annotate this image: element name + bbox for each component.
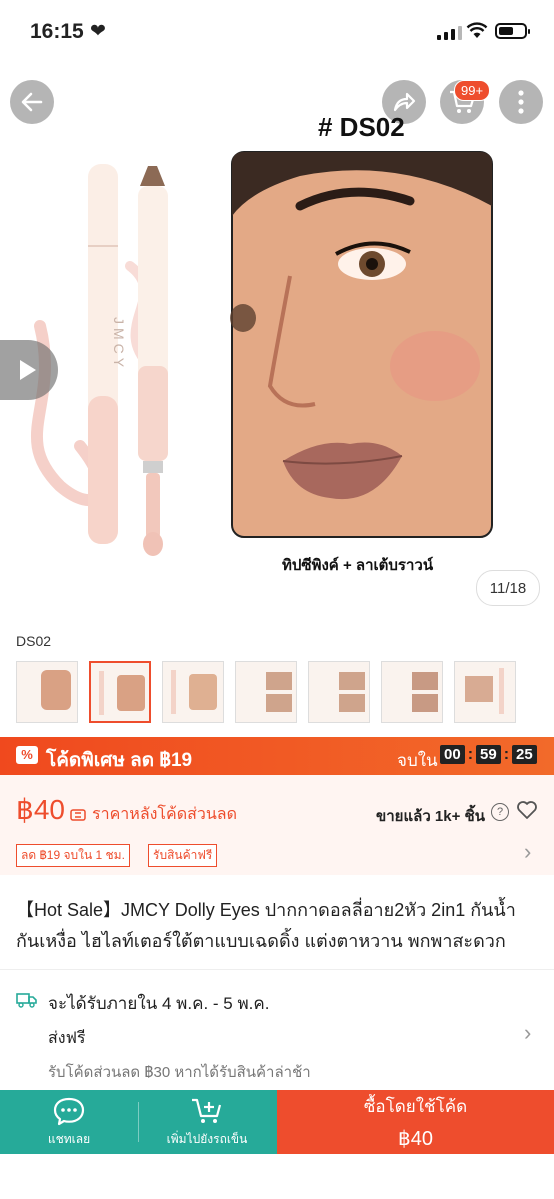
variant-thumb[interactable] <box>16 661 78 723</box>
add-to-cart-button[interactable]: เพิ่มไปยังรถเข็น <box>138 1090 276 1154</box>
buy-button-label: ซื้อโดยใช้โค้ด <box>363 1097 468 1116</box>
variant-thumb[interactable] <box>381 661 443 723</box>
back-button[interactable] <box>10 80 54 124</box>
timer-seconds: 25 <box>512 745 537 764</box>
buy-button-price: ฿40 <box>398 1128 433 1150</box>
arrow-left-icon <box>21 92 43 112</box>
variant-thumb[interactable] <box>235 661 297 723</box>
price-note-text: ราคาหลังโค้ดส่วนลด <box>92 806 237 823</box>
heart-status-icon: ❤ <box>90 21 106 42</box>
video-play-button[interactable] <box>0 340 58 400</box>
promo-end-label: จบใน <box>397 751 438 770</box>
bottom-left-actions: แชทเลย เพิ่มไปยังรถเข็น <box>0 1090 277 1154</box>
promo-bar[interactable]: % โค้ดพิเศษ ลด ฿19 จบใน 00 : 59 : 25 <box>0 737 554 775</box>
product-gallery[interactable]: 99+ # DS02 JMCY ทิปซีพิงค์ + ลาเต้บราวน์… <box>0 66 554 616</box>
price-value: ฿40 <box>16 794 65 825</box>
divider <box>0 969 554 970</box>
info-icon[interactable]: ? <box>491 803 509 821</box>
free-item-tag: รับสินค้าฟรี <box>148 844 218 867</box>
late-delivery-note: รับโค้ดส่วนลด ฿30 หากได้รับสินค้าล่าช้า <box>48 1064 311 1081</box>
cart-count-badge: 99+ <box>454 80 491 101</box>
chevron-right-icon[interactable]: › <box>524 839 531 865</box>
variant-thumb[interactable] <box>308 661 370 723</box>
variant-label: DS02 <box>16 633 52 649</box>
battery-icon <box>495 23 530 39</box>
timer-minutes: 59 <box>476 745 501 764</box>
product-image <box>31 151 493 556</box>
shade-title: # DS02 <box>318 112 405 142</box>
image-caption: ทิปซีพิงค์ + ลาเต้บราวน์ <box>282 557 434 574</box>
countdown-timer: 00 : 59 : 25 <box>440 745 537 764</box>
variant-thumb-selected[interactable] <box>89 661 151 723</box>
pencil-brand-text: JMCY <box>111 316 128 372</box>
price-note: ราคาหลังโค้ดส่วนลด <box>70 802 237 827</box>
wifi-icon <box>466 22 488 38</box>
status-bar: 16:15 ❤ <box>0 0 554 66</box>
coupon-icon: % <box>16 746 38 764</box>
discount-tag: ลด ฿19 จบใน 1 ชม. <box>16 844 130 867</box>
bottom-action-bar: แชทเลย เพิ่มไปยังรถเข็น ซื้อโดยใช้โค้ด ฿… <box>0 1090 554 1154</box>
more-menu-button[interactable] <box>499 80 543 124</box>
sold-count: ขายแล้ว 1k+ ชิ้น <box>376 808 485 825</box>
promo-text: โค้ดพิเศษ ลด ฿19 <box>46 750 193 771</box>
add-to-cart-label: เพิ่มไปยังรถเข็น <box>166 1131 248 1146</box>
chat-button[interactable]: แชทเลย <box>0 1090 138 1154</box>
variant-thumb[interactable] <box>162 661 224 723</box>
free-shipping-label: ส่งฟรี <box>48 1030 86 1047</box>
image-counter: 11/18 <box>476 570 540 606</box>
price-section: ฿40 ราคาหลังโค้ดส่วนลด ขายแล้ว 1k+ ชิ้น … <box>0 775 554 875</box>
variant-thumb[interactable] <box>454 661 516 723</box>
favorite-heart-icon[interactable] <box>516 800 538 820</box>
chat-button-label: แชทเลย <box>47 1131 91 1146</box>
more-vertical-icon <box>518 90 524 114</box>
delivery-date: จะได้รับภายใน 4 พ.ค. - 5 พ.ค. <box>48 994 270 1013</box>
chat-bubble-icon <box>53 1097 85 1125</box>
truck-icon <box>16 993 37 1008</box>
buy-with-code-button[interactable]: ซื้อโดยใช้โค้ด ฿40 <box>277 1090 554 1154</box>
signal-icon <box>437 26 462 40</box>
play-icon <box>20 360 36 380</box>
discount-tag-icon <box>70 808 86 821</box>
add-cart-icon <box>192 1098 222 1123</box>
timer-hours: 00 <box>440 745 465 764</box>
chevron-right-icon[interactable]: › <box>524 1020 531 1046</box>
divider <box>138 1102 139 1142</box>
variant-thumbnails <box>16 661 516 723</box>
product-title: 【Hot Sale】JMCY Dolly Eyes ปากกาดอลลี่อาย… <box>16 900 516 951</box>
status-time: 16:15 <box>30 20 84 43</box>
